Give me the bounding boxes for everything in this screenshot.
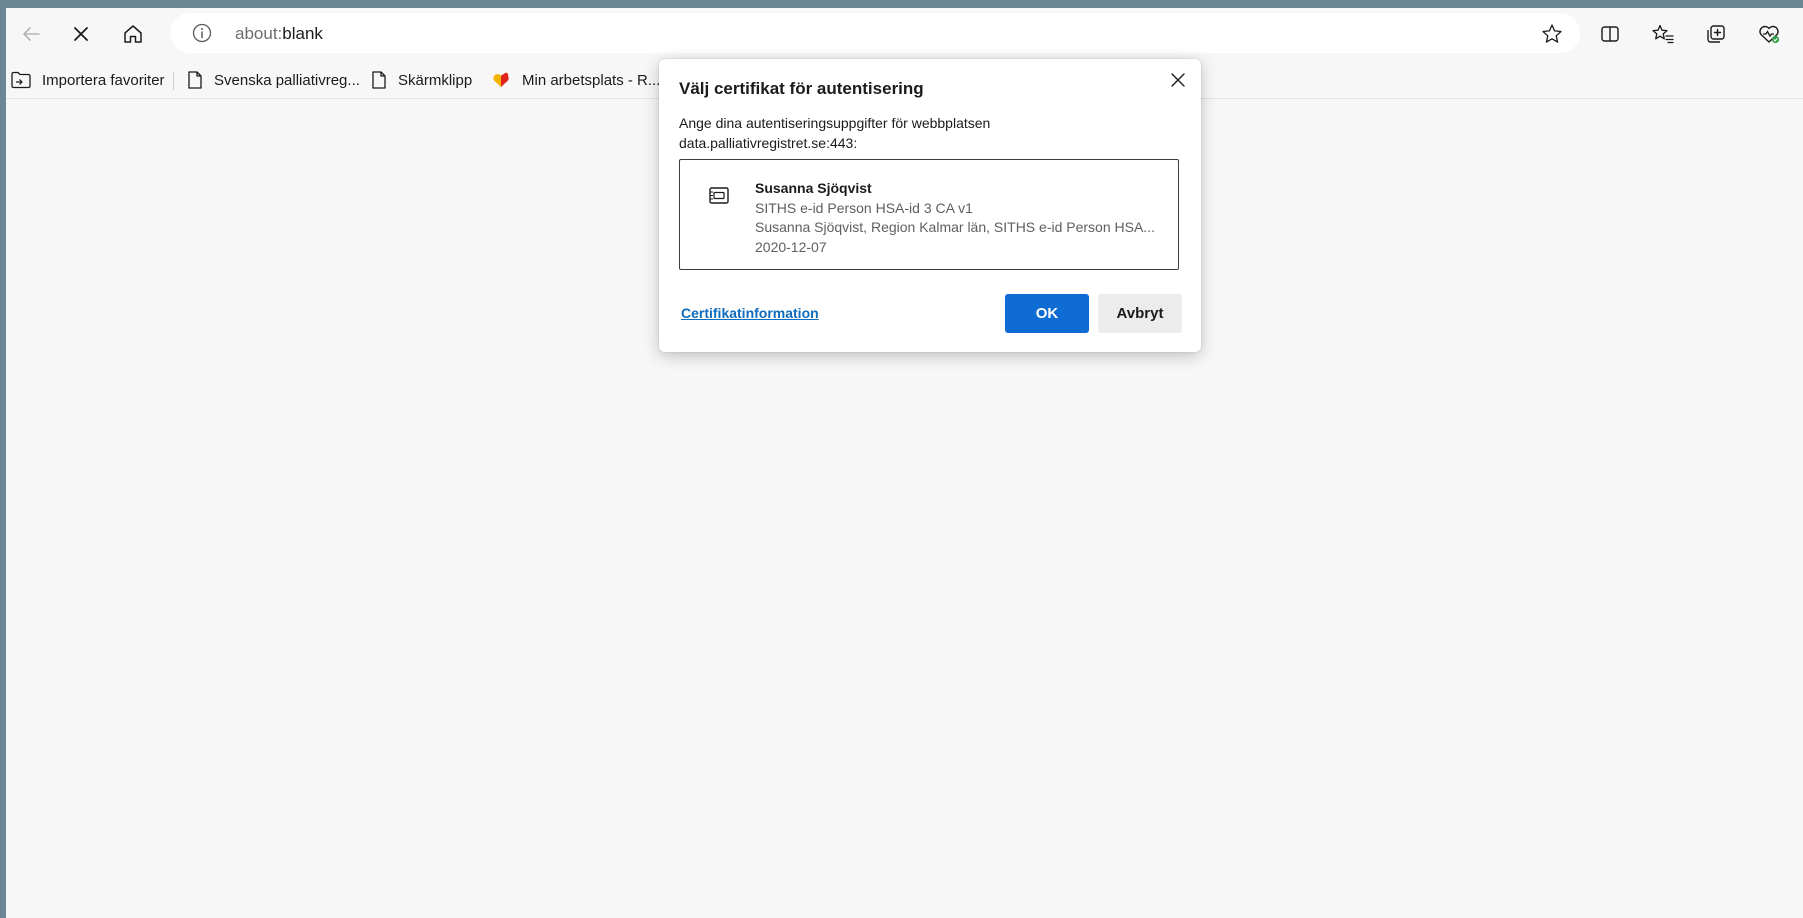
url-path: blank: [282, 24, 323, 43]
certificate-selection-dialog: Välj certifikat för autentisering Ange d…: [659, 59, 1201, 352]
certificate-card-icon: [709, 187, 729, 204]
certificate-list-item[interactable]: Susanna Sjöqvist SITHS e-id Person HSA-i…: [679, 159, 1179, 270]
favorite-label: Skärmklipp: [398, 71, 473, 89]
browser-essentials-icon: [1759, 25, 1780, 44]
favorites-button[interactable]: [1644, 15, 1682, 53]
url-scheme: about:: [235, 24, 283, 43]
import-favorites-icon: [11, 71, 31, 89]
favorite-label: Importera favoriter: [42, 71, 165, 89]
certificate-date: 2020-12-07: [755, 238, 827, 255]
ok-button[interactable]: OK: [1005, 294, 1089, 333]
home-button[interactable]: [114, 15, 152, 53]
certificate-name: Susanna Sjöqvist: [755, 180, 872, 196]
certificate-details: Susanna Sjöqvist SITHS e-id Person HSA-i…: [755, 179, 1155, 257]
favorite-item-skarmklipp[interactable]: Skärmklipp: [370, 68, 472, 92]
add-favorite-star-icon[interactable]: [1540, 22, 1564, 46]
stop-button[interactable]: [62, 15, 100, 53]
favorite-label: Svenska palliativreg...: [214, 71, 360, 89]
stop-loading-icon: [74, 27, 88, 41]
certificate-issuer: SITHS e-id Person HSA-id 3 CA v1: [755, 199, 973, 216]
split-screen-button[interactable]: [1591, 15, 1629, 53]
address-bar[interactable]: about:blank: [170, 13, 1580, 53]
page-icon: [188, 71, 202, 89]
dialog-site-address: data.palliativregistret.se:443:: [679, 135, 858, 151]
browser-window: about:blank Importera favoriter Svenska …: [6, 8, 1803, 918]
certificate-subject: Susanna Sjöqvist, Region Kalmar län, SIT…: [755, 219, 1155, 235]
favorite-label: Min arbetsplats - R...: [522, 71, 661, 89]
favorites-separator: [173, 72, 174, 90]
favorites-icon: [1652, 24, 1674, 44]
favorite-item-min-arbetsplats[interactable]: Min arbetsplats - R...: [490, 68, 660, 92]
dialog-description-line1: Ange dina autentiseringsuppgifter för we…: [679, 115, 991, 131]
certificate-information-link[interactable]: Certifikatinformation: [681, 305, 819, 321]
dialog-description: Ange dina autentiseringsuppgifter för we…: [679, 113, 1079, 153]
browser-toolbar: about:blank: [6, 8, 1803, 62]
cancel-button[interactable]: Avbryt: [1098, 294, 1182, 333]
back-arrow-icon: [23, 27, 40, 41]
home-icon: [124, 25, 142, 43]
back-button[interactable]: [12, 15, 50, 53]
site-info-icon[interactable]: [192, 23, 212, 43]
close-icon: [1171, 73, 1185, 87]
split-screen-icon: [1601, 26, 1619, 42]
page-icon: [372, 71, 386, 89]
close-dialog-button[interactable]: [1165, 67, 1191, 93]
heart-logo-icon: [493, 72, 509, 87]
collections-button[interactable]: [1697, 15, 1735, 53]
browser-essentials-button[interactable]: [1750, 15, 1788, 53]
favorite-item-svenska-palliativregistret[interactable]: Svenska palliativreg...: [186, 68, 360, 92]
collections-icon: [1707, 25, 1725, 43]
favorite-item-importera[interactable]: Importera favoriter: [10, 68, 165, 92]
url-text[interactable]: about:blank: [235, 24, 323, 44]
dialog-title: Välj certifikat för autentisering: [679, 79, 924, 98]
